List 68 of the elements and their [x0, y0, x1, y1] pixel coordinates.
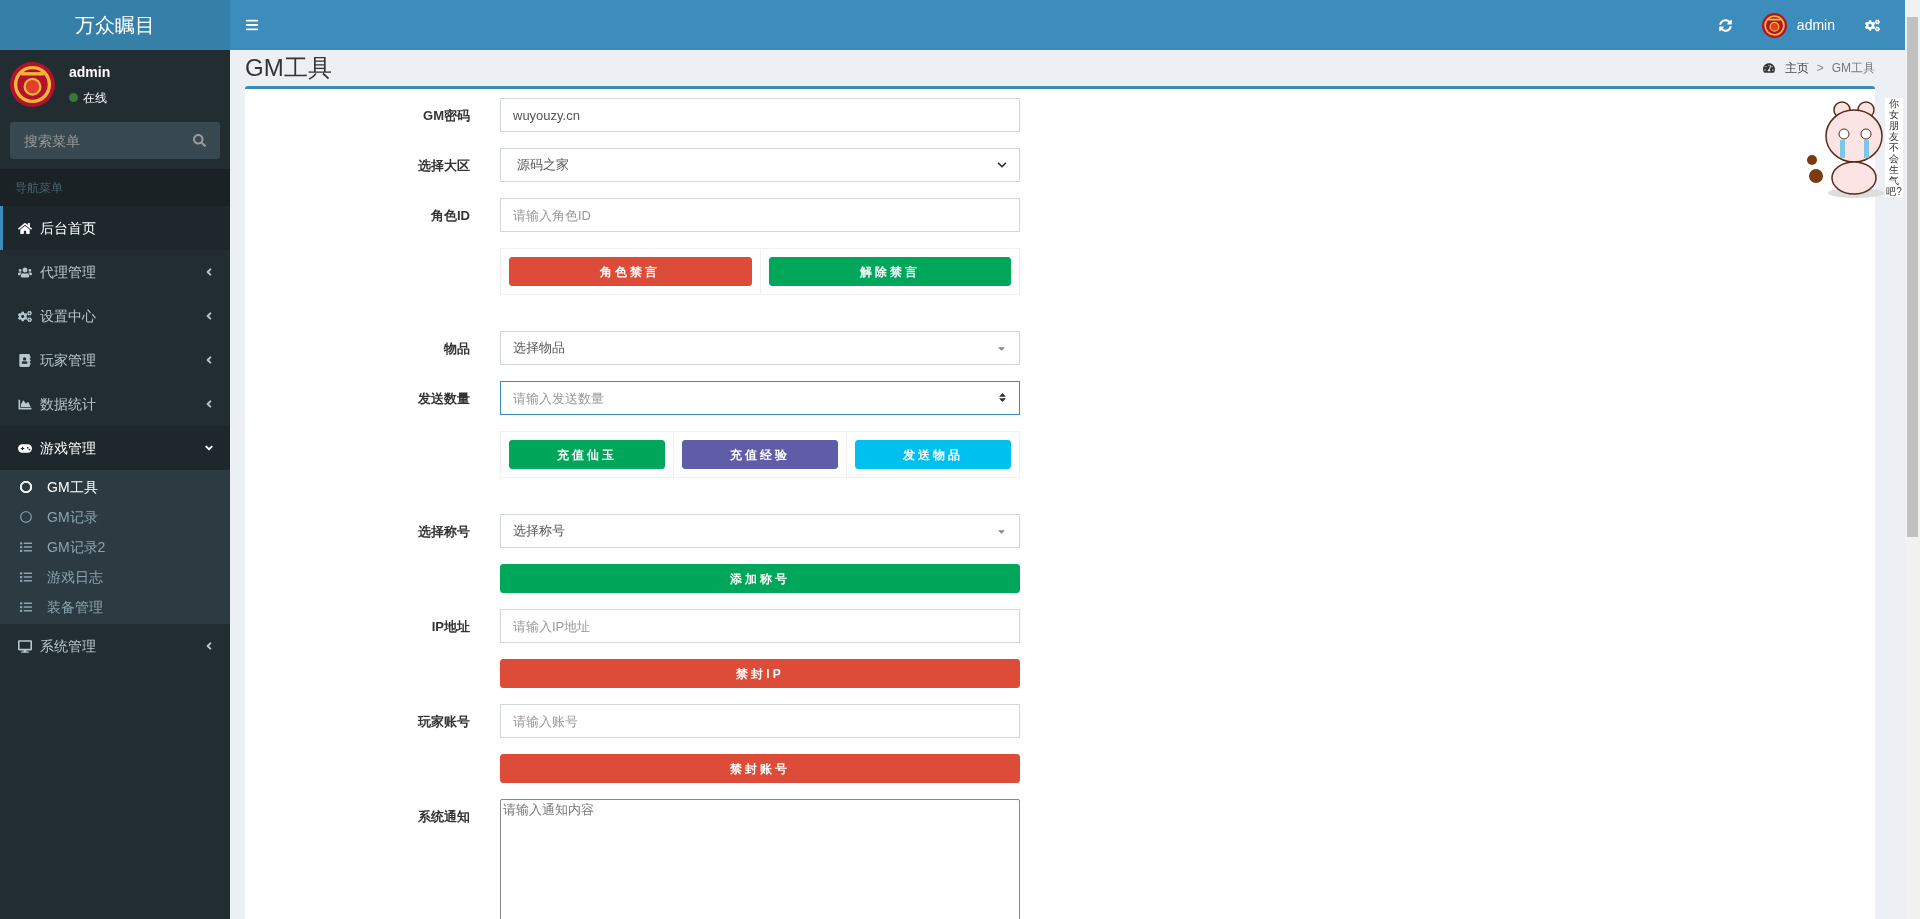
field-label: 选择大区 [418, 158, 470, 173]
submenu-item[interactable]: GM工具 [0, 472, 230, 502]
action-button[interactable]: 添加称号 [500, 564, 1020, 593]
scrollbar-thumb[interactable] [1907, 17, 1918, 537]
sidebar-item[interactable]: 游戏管理 [0, 426, 230, 470]
breadcrumb-current: GM工具 [1831, 60, 1875, 77]
action-button[interactable]: 充值仙玉 [509, 440, 665, 469]
home-icon [18, 221, 32, 235]
field-label: 角色ID [431, 208, 470, 223]
search-icon[interactable] [193, 134, 206, 147]
field-label: 选择称号 [418, 524, 470, 539]
action-button[interactable]: 禁封账号 [500, 754, 1020, 783]
contact-card-icon [18, 353, 32, 367]
sidebar-item[interactable]: 系统管理 [0, 624, 230, 668]
avatar-image [10, 61, 55, 107]
action-button[interactable]: 禁封IP [500, 659, 1020, 688]
refresh-icon[interactable] [1718, 18, 1732, 32]
nav-header: 导航菜单 [15, 179, 63, 197]
text-field[interactable]: 请输入IP地址 [500, 609, 1020, 643]
list-icon [20, 541, 32, 553]
brand-logo[interactable]: 万众瞩目 [0, 0, 230, 50]
chevron-icon [997, 160, 1007, 170]
action-button[interactable]: 角色禁言 [509, 257, 752, 286]
field-label: 玩家账号 [418, 714, 470, 729]
breadcrumb-separator: > [1815, 60, 1825, 77]
monitor-icon [18, 639, 32, 653]
dropdown[interactable]: 选择称号 [500, 514, 1020, 548]
gears-icon [18, 309, 32, 323]
text-field[interactable]: 请输入角色ID [500, 198, 1020, 232]
user-name: admin [69, 62, 111, 82]
list-icon [20, 571, 32, 583]
dashboard-icon [1762, 62, 1775, 74]
dropdown[interactable]: 选择物品 [500, 331, 1020, 365]
list-icon [20, 601, 32, 613]
menu-icon[interactable] [245, 18, 259, 32]
sticker-caption: 你女朋友不会生气吧? [1885, 98, 1903, 197]
submenu-item[interactable]: GM记录 [0, 502, 230, 532]
submenu-item[interactable]: 游戏日志 [0, 562, 230, 592]
notice-textarea[interactable]: 请输入通知内容 [500, 799, 1020, 919]
field-label: 发送数量 [418, 391, 470, 406]
field-label: 系统通知 [418, 809, 470, 824]
number-field[interactable]: 请输入发送数量 [500, 381, 1020, 415]
dropdown[interactable]: 源码之家 [500, 148, 1020, 182]
users-icon [18, 265, 32, 279]
sidebar-item[interactable]: 后台首页 [0, 206, 230, 250]
sidebar-item[interactable]: 设置中心 [0, 294, 230, 338]
sidebar-item[interactable]: 代理管理 [0, 250, 230, 294]
action-button[interactable]: 解除禁言 [768, 257, 1011, 286]
page-title: GM工具 [245, 53, 332, 83]
sidebar-item[interactable]: 玩家管理 [0, 338, 230, 382]
status-text: 在线 [83, 89, 107, 107]
gamepad-icon [18, 443, 32, 453]
text-field[interactable]: wuyouzy.cn [500, 98, 1020, 132]
text-field[interactable]: 请输入账号 [500, 704, 1020, 738]
spinner-icon[interactable] [997, 392, 1008, 403]
settings-icon[interactable] [1865, 17, 1880, 33]
submenu-item[interactable]: 装备管理 [0, 592, 230, 622]
field-label: 物品 [444, 341, 470, 356]
sidebar-item[interactable]: 数据统计 [0, 382, 230, 426]
field-label: IP地址 [431, 619, 470, 634]
submenu-item[interactable]: GM记录2 [0, 532, 230, 562]
avatar-image [1761, 12, 1787, 38]
action-button[interactable]: 充值经验 [682, 440, 838, 469]
field-label: GM密码 [423, 108, 470, 123]
search-field[interactable]: 搜索菜单 [10, 122, 220, 159]
area-chart-icon [18, 397, 32, 411]
breadcrumb-link[interactable]: 主页 [1784, 59, 1809, 77]
header-user-name[interactable]: admin [1796, 14, 1835, 36]
